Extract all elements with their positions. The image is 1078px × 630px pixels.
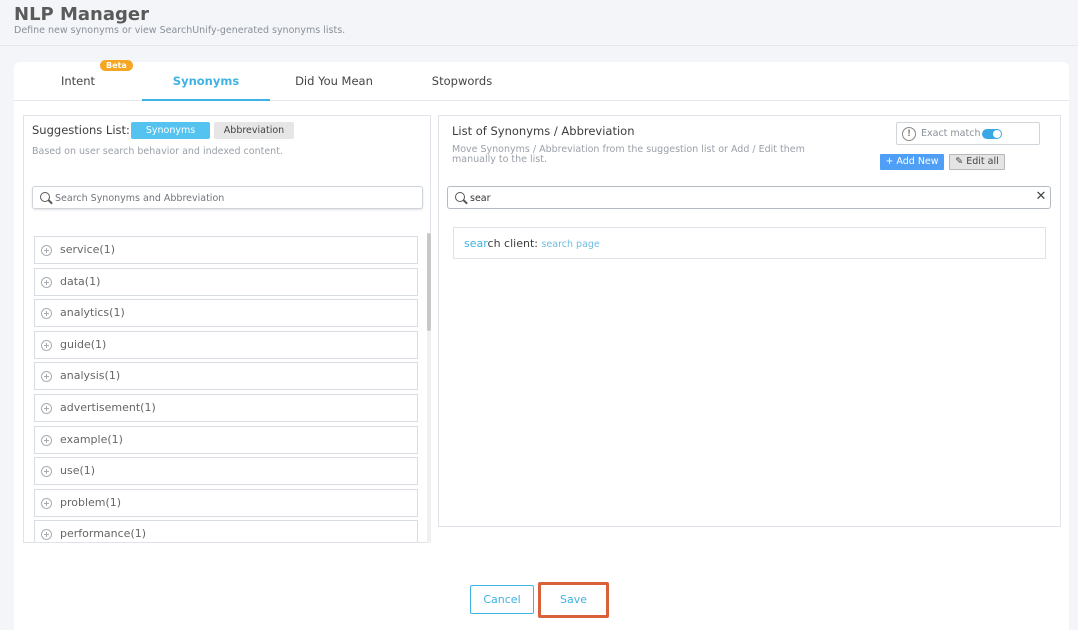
suggestions-scrollbar[interactable] bbox=[427, 233, 431, 543]
cancel-button[interactable]: Cancel bbox=[470, 585, 534, 614]
search-icon bbox=[455, 192, 465, 202]
scrollbar-thumb[interactable] bbox=[427, 233, 431, 331]
synonyms-search-box: ✕ bbox=[447, 186, 1051, 209]
suggestions-list: service(1) data(1) analytics(1) guide(1)… bbox=[34, 236, 418, 542]
edit-icon: ✎ bbox=[955, 156, 964, 167]
synonym-term-match: sear bbox=[464, 237, 488, 250]
search-icon bbox=[40, 192, 50, 202]
beta-badge: Beta bbox=[100, 60, 133, 71]
tab-intent[interactable]: Intent Beta bbox=[28, 60, 133, 101]
suggestions-panel: Suggestions List: Synonyms Abbreviation … bbox=[23, 115, 431, 543]
exact-match-control: ! Exact match bbox=[896, 122, 1040, 145]
edit-all-button[interactable]: ✎ Edit all bbox=[949, 154, 1005, 170]
suggestions-search-input[interactable] bbox=[55, 189, 415, 207]
tab-synonyms-label: Synonyms bbox=[172, 74, 240, 88]
list-item-label: service(1) bbox=[60, 243, 115, 256]
list-item[interactable]: example(1) bbox=[34, 425, 418, 454]
add-new-button[interactable]: + Add New bbox=[880, 154, 944, 170]
tab-stopwords-label: Stopwords bbox=[431, 74, 493, 88]
tab-did-you-mean[interactable]: Did You Mean bbox=[280, 62, 388, 101]
info-icon: ! bbox=[902, 127, 916, 141]
list-item-label: data(1) bbox=[60, 274, 101, 288]
add-circle-icon[interactable] bbox=[41, 466, 52, 478]
add-circle-icon[interactable] bbox=[41, 308, 52, 320]
add-circle-icon[interactable] bbox=[41, 371, 52, 383]
list-item-label: advertisement(1) bbox=[60, 401, 156, 414]
list-item[interactable]: problem(1) bbox=[34, 488, 418, 517]
list-item-label: use(1) bbox=[60, 464, 96, 478]
list-item-label: guide(1) bbox=[60, 337, 107, 351]
list-item-label: analysis(1) bbox=[60, 369, 121, 383]
add-circle-icon[interactable] bbox=[41, 497, 52, 509]
tab-synonyms[interactable]: Synonyms bbox=[142, 62, 270, 101]
list-item[interactable]: guide(1) bbox=[34, 330, 418, 359]
tab-did-you-mean-label: Did You Mean bbox=[295, 74, 373, 88]
synonym-value: search page bbox=[541, 239, 600, 250]
synonym-term-rest: ch client: bbox=[487, 237, 538, 250]
add-circle-icon[interactable] bbox=[41, 529, 52, 541]
tab-intent-label: Intent bbox=[60, 74, 96, 88]
page-title: NLP Manager bbox=[14, 4, 149, 25]
synonym-row[interactable]: search client: search page bbox=[453, 227, 1046, 259]
list-item[interactable]: use(1) bbox=[34, 457, 418, 486]
synonyms-search-input[interactable] bbox=[470, 189, 1030, 207]
list-item[interactable]: service(1) bbox=[34, 236, 418, 264]
nlp-card: Intent Beta Synonyms Did You Mean Stopwo… bbox=[14, 60, 1069, 630]
list-item-label: example(1) bbox=[60, 432, 123, 446]
synonyms-list-description: Move Synonyms / Abbreviation from the su… bbox=[452, 144, 805, 165]
synonyms-list-title: List of Synonyms / Abbreviation bbox=[452, 124, 635, 138]
tab-bar: Intent Beta Synonyms Did You Mean Stopwo… bbox=[14, 60, 1069, 101]
synonyms-toggle-button[interactable]: Synonyms bbox=[131, 122, 210, 139]
page-subtitle: Define new synonyms or view SearchUnify-… bbox=[14, 25, 346, 36]
add-circle-icon[interactable] bbox=[41, 403, 52, 414]
page-header: NLP Manager Define new synonyms or view … bbox=[0, 0, 1078, 46]
list-item[interactable]: analysis(1) bbox=[34, 362, 418, 391]
add-circle-icon[interactable] bbox=[41, 434, 52, 446]
list-item[interactable]: advertisement(1) bbox=[34, 394, 418, 422]
synonym-row-text: search client: search page bbox=[464, 237, 600, 250]
tab-stopwords[interactable]: Stopwords bbox=[417, 62, 507, 101]
add-circle-icon[interactable] bbox=[41, 276, 52, 288]
synonyms-list-panel: List of Synonyms / Abbreviation Move Syn… bbox=[438, 115, 1061, 527]
save-button[interactable]: Save bbox=[544, 587, 603, 613]
list-item-label: performance(1) bbox=[60, 527, 147, 541]
exact-match-toggle[interactable] bbox=[982, 129, 1002, 139]
suggestions-description: Based on user search behavior and indexe… bbox=[32, 146, 283, 157]
list-item[interactable]: analytics(1) bbox=[34, 299, 418, 328]
edit-all-label: Edit all bbox=[966, 156, 999, 167]
add-circle-icon[interactable] bbox=[41, 339, 52, 351]
exact-match-label: Exact match bbox=[921, 128, 981, 139]
list-item[interactable]: performance(1) bbox=[34, 520, 418, 542]
suggestions-label: Suggestions List: bbox=[32, 123, 130, 137]
list-item[interactable]: data(1) bbox=[34, 267, 418, 296]
close-icon[interactable]: ✕ bbox=[1034, 189, 1048, 205]
abbreviation-toggle-button[interactable]: Abbreviation bbox=[214, 122, 294, 139]
add-circle-icon[interactable] bbox=[41, 245, 52, 256]
suggestions-search-box bbox=[32, 186, 423, 209]
list-item-label: problem(1) bbox=[60, 495, 122, 509]
list-item-label: analytics(1) bbox=[60, 306, 125, 320]
